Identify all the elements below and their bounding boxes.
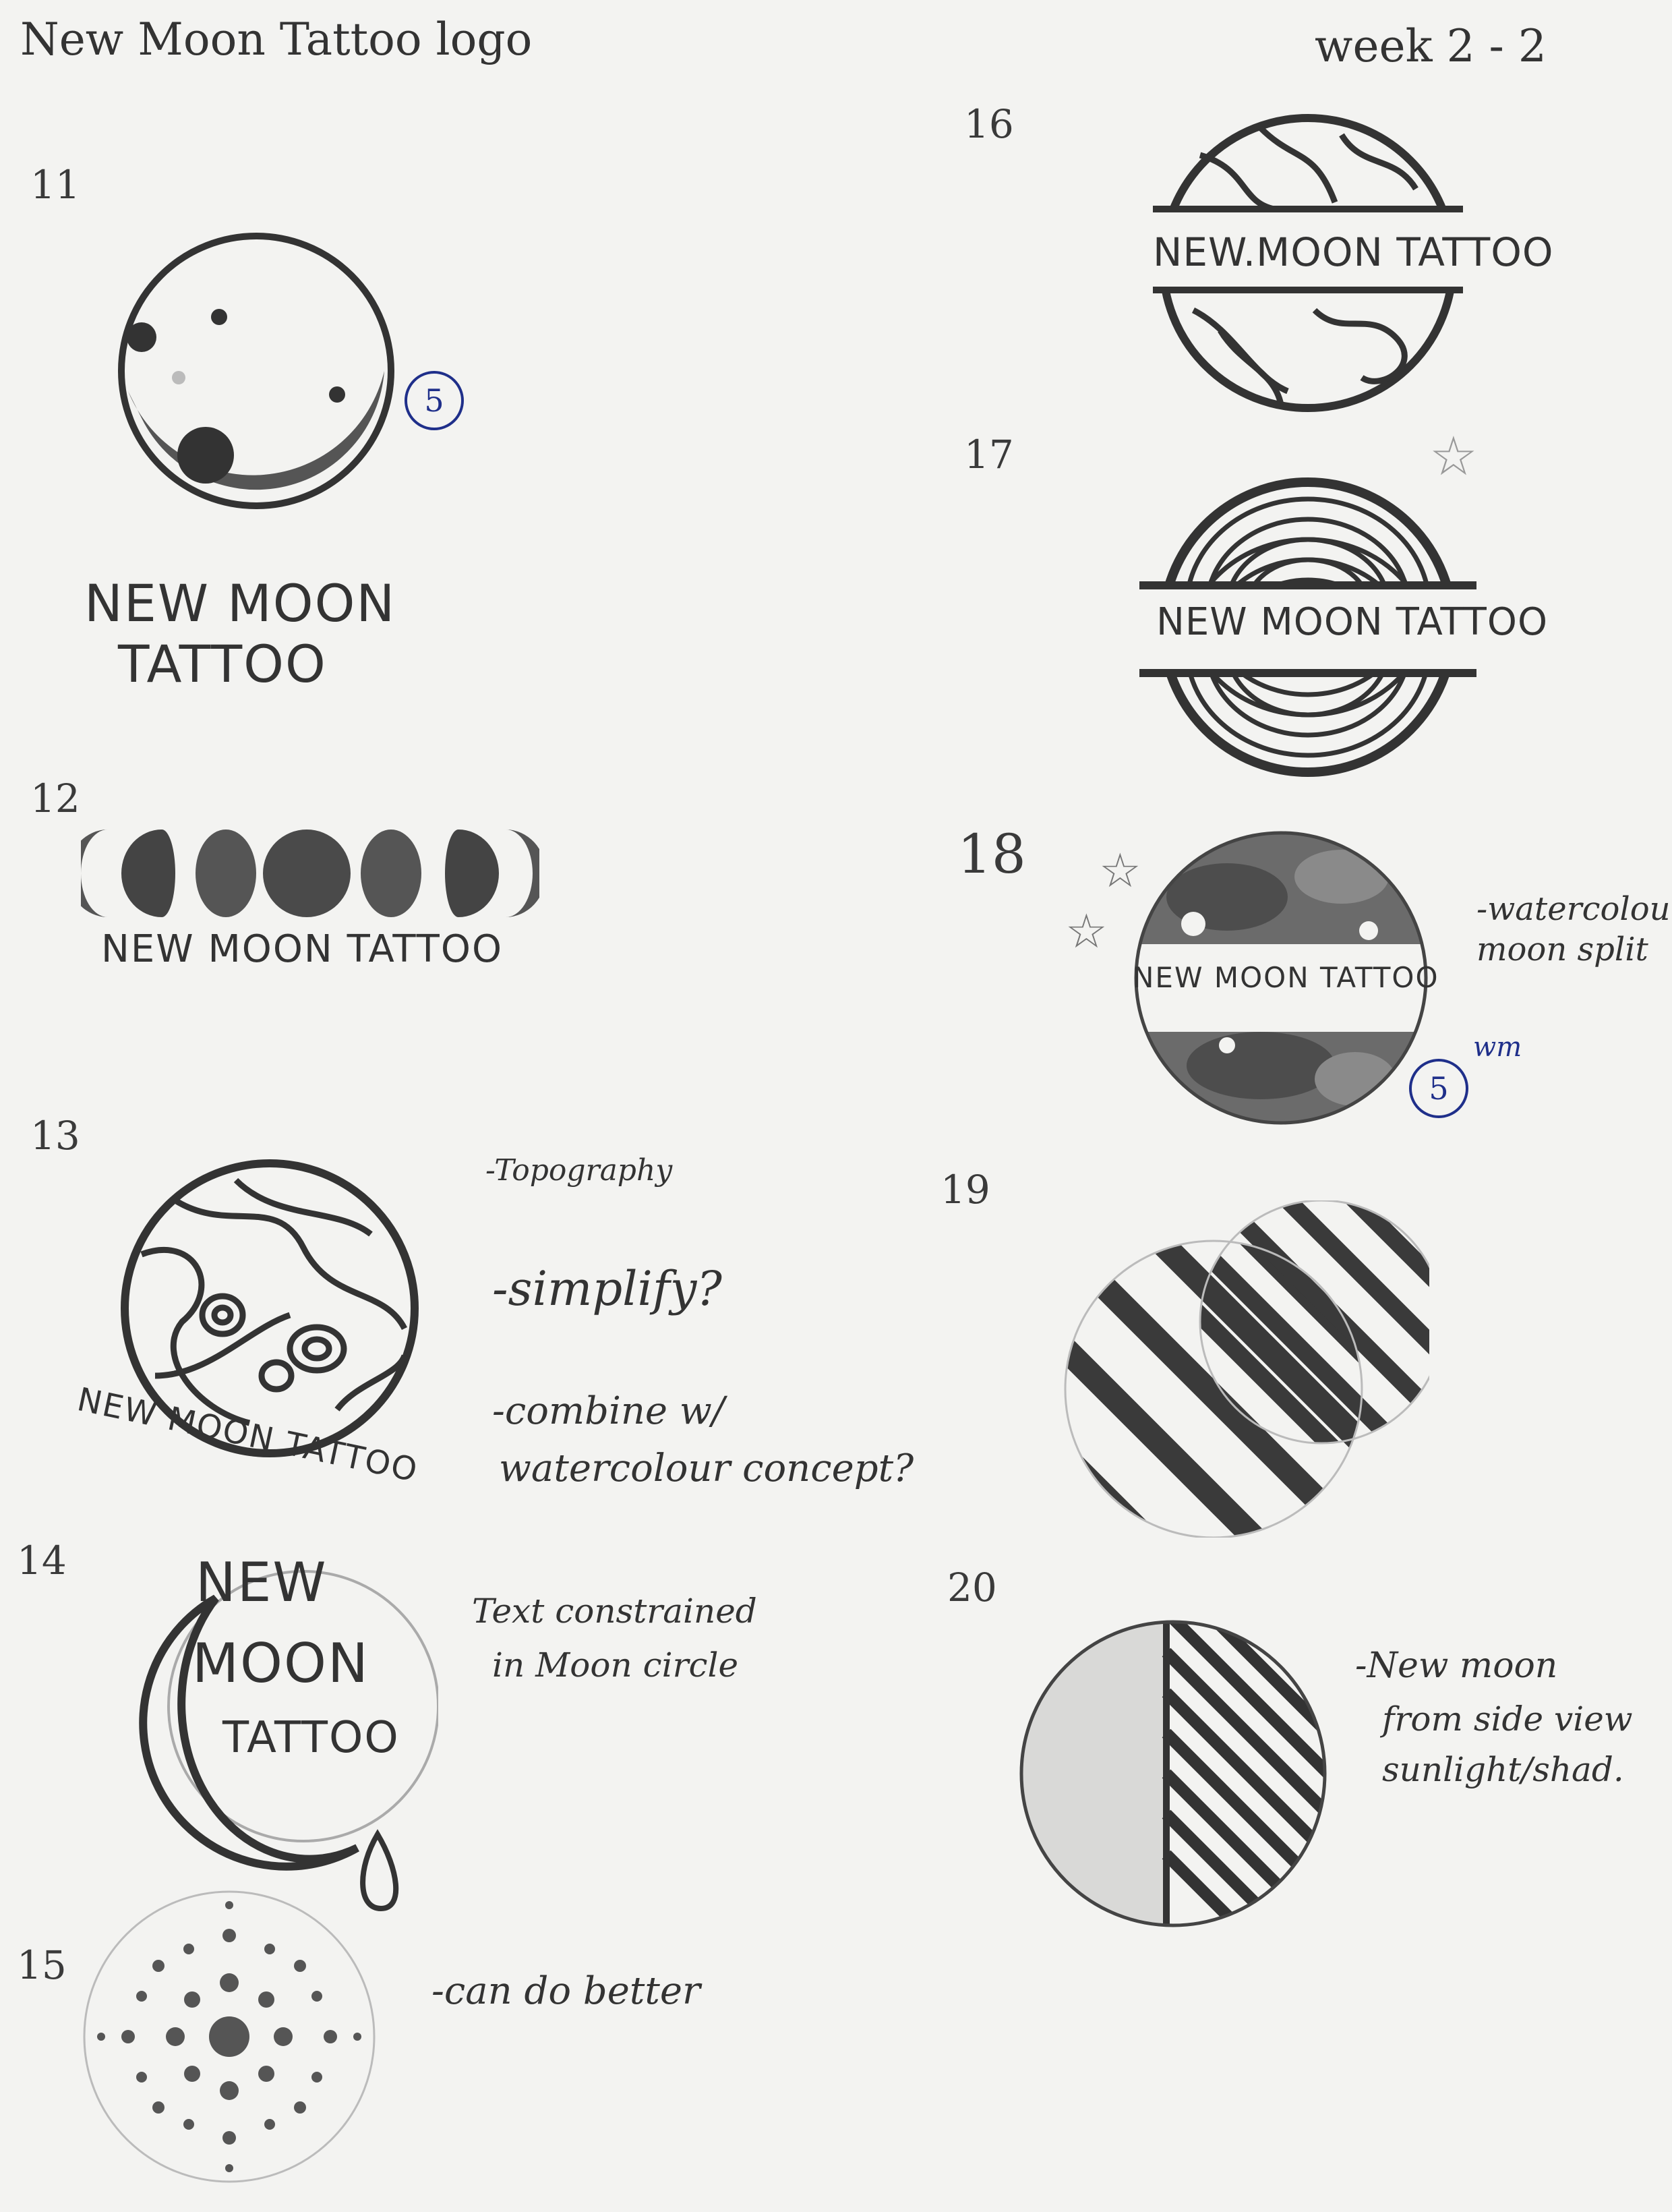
sketch-16-label: NEW.MOON TATTOO (1153, 229, 1554, 275)
sketch-13-note-2: -simplify? (492, 1261, 722, 1316)
sketch-19-striped-circles (1064, 1200, 1429, 1538)
sketch-14-text-1: NEW (196, 1551, 328, 1614)
sketch-18-rating-note: wm (1473, 1032, 1522, 1063)
sketch-12-label: NEW MOON TATTOO (101, 927, 504, 971)
sketch-number-16: 16 (964, 101, 1014, 147)
sketch-number-17: 17 (964, 432, 1014, 477)
sketch-17-label: NEW MOON TATTOO (1156, 600, 1549, 644)
sketch-18-rating: 5 (1409, 1059, 1468, 1118)
sketch-11-rating: 5 (405, 371, 464, 430)
sketch-number-14: 14 (17, 1538, 67, 1583)
sketch-13-note-4: watercolour concept? (499, 1447, 914, 1490)
week-label: week 2 - 2 (1315, 20, 1547, 72)
sketch-13-note-3: -combine w/ (492, 1389, 725, 1433)
sketch-number-12: 12 (30, 776, 80, 821)
sketch-number-20: 20 (947, 1565, 997, 1610)
sketch-14-text-2: MOON (192, 1632, 369, 1695)
page-title: New Moon Tattoo logo (20, 13, 533, 65)
sketch-number-18: 18 (957, 823, 1026, 885)
sketch-20-note-1: -New moon (1355, 1646, 1558, 1686)
sketch-15-dotted-moon (83, 1890, 376, 2183)
sketch-number-13: 13 (30, 1113, 80, 1159)
sketch-18-label: NEW MOON TATTOO (1133, 961, 1439, 994)
sketch-13-note-1: -Topography (485, 1153, 673, 1188)
sketch-18-note-2: moon split (1476, 931, 1648, 968)
sketch-20-note-2: from side view (1382, 1699, 1633, 1739)
sketch-11-label-1: NEW MOON (84, 573, 396, 633)
sketch-14-note-2: in Moon circle (492, 1646, 739, 1685)
sketch-20-note-3: sunlight/shad. (1382, 1750, 1624, 1789)
sketch-number-19: 19 (940, 1167, 990, 1213)
sketch-11-moon (118, 233, 394, 509)
sketch-14-text-3: TATTOO (222, 1713, 400, 1763)
sketch-number-11: 11 (30, 162, 80, 208)
sketch-18-note-1: -watercolour (1476, 890, 1672, 928)
star-icon: ☆ (1065, 904, 1108, 959)
sketch-14-note-1: Text constrained (472, 1592, 757, 1631)
sketch-20-half-moon (1019, 1620, 1327, 1927)
sketch-15-note: -can do better (431, 1969, 700, 2013)
sketch-12-moon-phases (81, 830, 539, 917)
sketch-number-15: 15 (17, 1942, 67, 1988)
sketch-11-label-2: TATTOO (118, 634, 327, 694)
